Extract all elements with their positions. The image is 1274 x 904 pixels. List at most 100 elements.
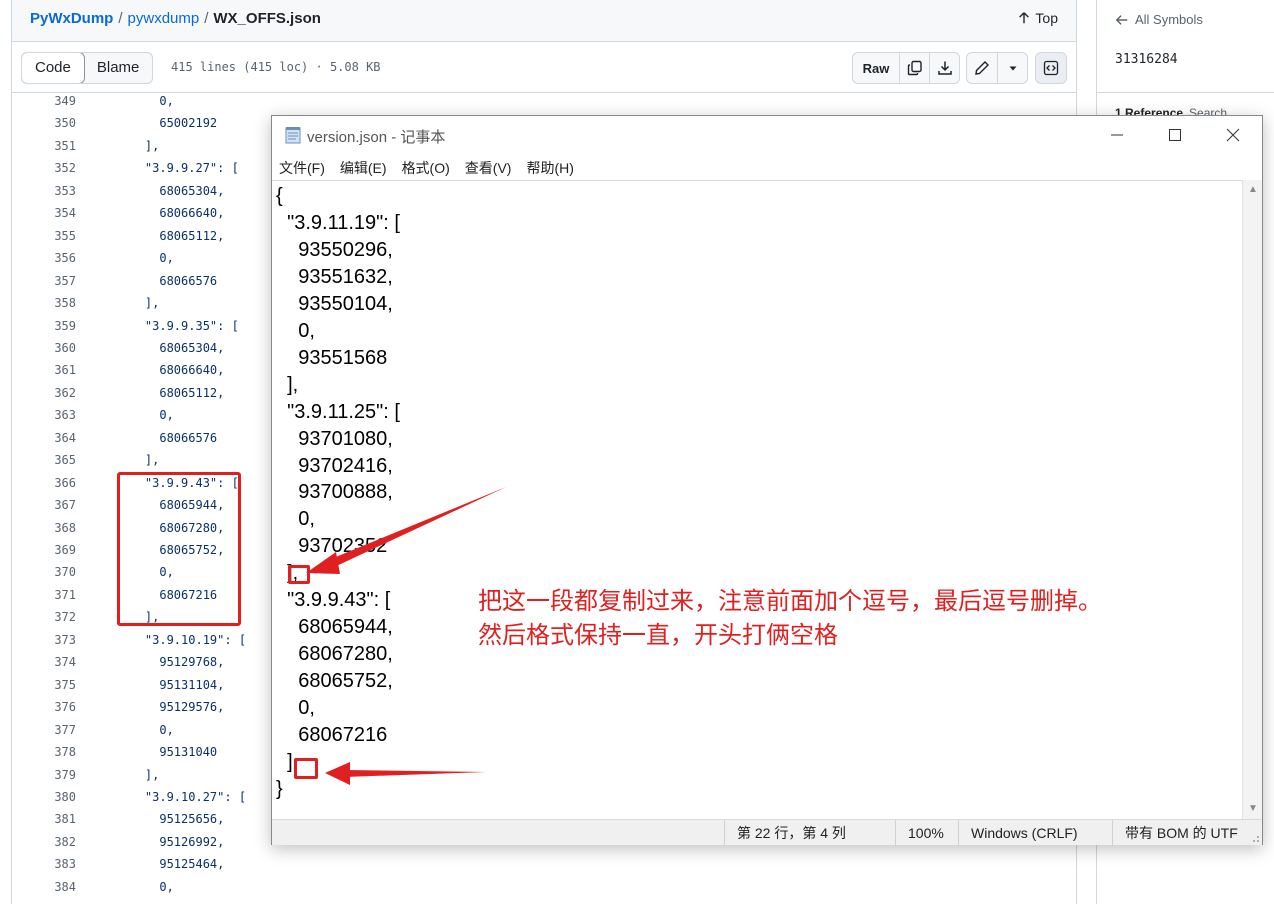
notepad-text-line: { bbox=[276, 185, 283, 207]
line-number[interactable]: 377 bbox=[40, 719, 76, 741]
notepad-text-area[interactable]: { "3.9.11.19": [ 93550296, 93551632, 935… bbox=[272, 180, 1242, 819]
line-number[interactable]: 370 bbox=[40, 561, 76, 583]
line-number[interactable]: 372 bbox=[40, 606, 76, 628]
line-number[interactable]: 380 bbox=[40, 786, 76, 808]
code-text: 95125656, bbox=[116, 812, 225, 827]
line-number[interactable]: 381 bbox=[40, 808, 76, 830]
code-text: 0, bbox=[116, 722, 174, 737]
notepad-text-line: "3.9.9.43": [ bbox=[276, 589, 391, 612]
code-text: 68065112, bbox=[116, 385, 225, 400]
notepad-text-line: 68067280, bbox=[276, 643, 393, 666]
vertical-scrollbar[interactable]: ▲ ▼ bbox=[1242, 180, 1262, 819]
notepad-text-line: 0, bbox=[276, 319, 315, 342]
notepad-statusbar: 第 22 行，第 4 列 100% Windows (CRLF) 带有 BOM … bbox=[272, 819, 1262, 846]
notepad-title: version.json - 记事本 bbox=[307, 129, 446, 146]
code-text: ], bbox=[116, 296, 160, 311]
notepad-window: version.json - 记事本 文件(F) 编辑(E) 格式(O) 查看(… bbox=[271, 115, 1263, 846]
line-number[interactable]: 368 bbox=[40, 517, 76, 539]
line-number[interactable]: 350 bbox=[40, 112, 76, 134]
code-text: ], bbox=[116, 453, 160, 468]
raw-button[interactable]: Raw bbox=[853, 53, 899, 83]
resize-grip-icon[interactable] bbox=[1250, 833, 1260, 843]
line-number[interactable]: 363 bbox=[40, 404, 76, 426]
code-text: 68066576 bbox=[116, 430, 218, 445]
code-line: 384 0, bbox=[12, 876, 1076, 898]
notepad-text-line: } bbox=[276, 777, 283, 800]
line-number[interactable]: 351 bbox=[40, 135, 76, 157]
line-number[interactable]: 356 bbox=[40, 247, 76, 269]
scroll-down-icon[interactable]: ▼ bbox=[1247, 803, 1259, 815]
status-encoding: 带有 BOM 的 UTF bbox=[1112, 820, 1262, 846]
close-button[interactable] bbox=[1204, 116, 1262, 154]
notepad-text-line: 93550296, bbox=[276, 238, 393, 261]
tab-code[interactable]: Code bbox=[22, 53, 85, 83]
code-text: 0, bbox=[116, 94, 174, 108]
breadcrumb-dir-link[interactable]: pywxdump bbox=[128, 10, 200, 27]
menu-file[interactable]: 文件(F) bbox=[279, 154, 333, 180]
line-number[interactable]: 354 bbox=[40, 202, 76, 224]
notepad-text-line: 93702416, bbox=[276, 454, 393, 477]
line-number[interactable]: 364 bbox=[40, 427, 76, 449]
line-number[interactable]: 357 bbox=[40, 270, 76, 292]
line-number[interactable]: 353 bbox=[40, 180, 76, 202]
all-symbols-link[interactable]: All Symbols bbox=[1115, 12, 1203, 27]
menu-view[interactable]: 查看(V) bbox=[465, 154, 520, 180]
code-text: 95125464, bbox=[116, 857, 225, 872]
line-number[interactable]: 352 bbox=[40, 157, 76, 179]
notepad-menubar: 文件(F) 编辑(E) 格式(O) 查看(V) 帮助(H) bbox=[272, 154, 1262, 180]
notepad-app-icon bbox=[285, 127, 301, 144]
edit-dropdown-button[interactable] bbox=[997, 53, 1027, 83]
code-text: 95126928 bbox=[116, 898, 217, 904]
line-number[interactable]: 382 bbox=[40, 831, 76, 853]
top-button-label: Top bbox=[1035, 10, 1058, 26]
maximize-button[interactable] bbox=[1146, 116, 1204, 154]
top-button[interactable]: Top bbox=[1017, 10, 1058, 26]
status-zoom: 100% bbox=[895, 820, 958, 846]
menu-format[interactable]: 格式(O) bbox=[402, 154, 458, 180]
line-number[interactable]: 385 bbox=[40, 898, 76, 904]
line-number[interactable]: 374 bbox=[40, 651, 76, 673]
code-text: 95131040 bbox=[116, 745, 218, 760]
symbol-name: 31316284 bbox=[1115, 52, 1178, 67]
line-number[interactable]: 376 bbox=[40, 696, 76, 718]
download-button[interactable] bbox=[929, 53, 959, 83]
symbols-panel-toggle[interactable] bbox=[1035, 52, 1067, 84]
code-square-icon bbox=[1043, 60, 1059, 76]
notepad-text-line: 93551632, bbox=[276, 265, 393, 288]
breadcrumb-repo-link[interactable]: PyWxDump bbox=[30, 10, 113, 27]
code-text: 95129768, bbox=[116, 655, 225, 670]
line-number[interactable]: 371 bbox=[40, 584, 76, 606]
line-number[interactable]: 379 bbox=[40, 764, 76, 786]
notepad-titlebar[interactable]: version.json - 记事本 bbox=[272, 116, 1262, 154]
tab-blame[interactable]: Blame bbox=[84, 53, 153, 83]
line-number[interactable]: 349 bbox=[40, 90, 76, 112]
edit-button[interactable] bbox=[967, 53, 997, 83]
line-number[interactable]: 361 bbox=[40, 359, 76, 381]
line-number[interactable]: 375 bbox=[40, 674, 76, 696]
code-text: "3.9.9.27": [ bbox=[116, 161, 239, 176]
minimize-icon bbox=[1111, 134, 1123, 136]
copy-button[interactable] bbox=[899, 53, 929, 83]
code-text: 0, bbox=[116, 251, 174, 266]
scroll-up-icon[interactable]: ▲ bbox=[1247, 184, 1259, 196]
menu-edit[interactable]: 编辑(E) bbox=[340, 154, 395, 180]
line-number[interactable]: 366 bbox=[40, 472, 76, 494]
menu-help[interactable]: 帮助(H) bbox=[526, 154, 581, 180]
line-number[interactable]: 373 bbox=[40, 629, 76, 651]
line-number[interactable]: 383 bbox=[40, 853, 76, 875]
line-number[interactable]: 362 bbox=[40, 382, 76, 404]
line-number[interactable]: 378 bbox=[40, 741, 76, 763]
breadcrumb-separator: / bbox=[118, 10, 123, 27]
line-number[interactable]: 384 bbox=[40, 876, 76, 898]
line-number[interactable]: 367 bbox=[40, 494, 76, 516]
line-number[interactable]: 365 bbox=[40, 449, 76, 471]
view-toggle: Code Blame bbox=[21, 52, 154, 84]
line-number[interactable]: 358 bbox=[40, 292, 76, 314]
line-number[interactable]: 360 bbox=[40, 337, 76, 359]
line-number[interactable]: 369 bbox=[40, 539, 76, 561]
close-icon bbox=[1226, 128, 1240, 142]
code-line: 383 95125464, bbox=[12, 853, 1076, 875]
line-number[interactable]: 359 bbox=[40, 315, 76, 337]
minimize-button[interactable] bbox=[1088, 116, 1146, 154]
line-number[interactable]: 355 bbox=[40, 225, 76, 247]
